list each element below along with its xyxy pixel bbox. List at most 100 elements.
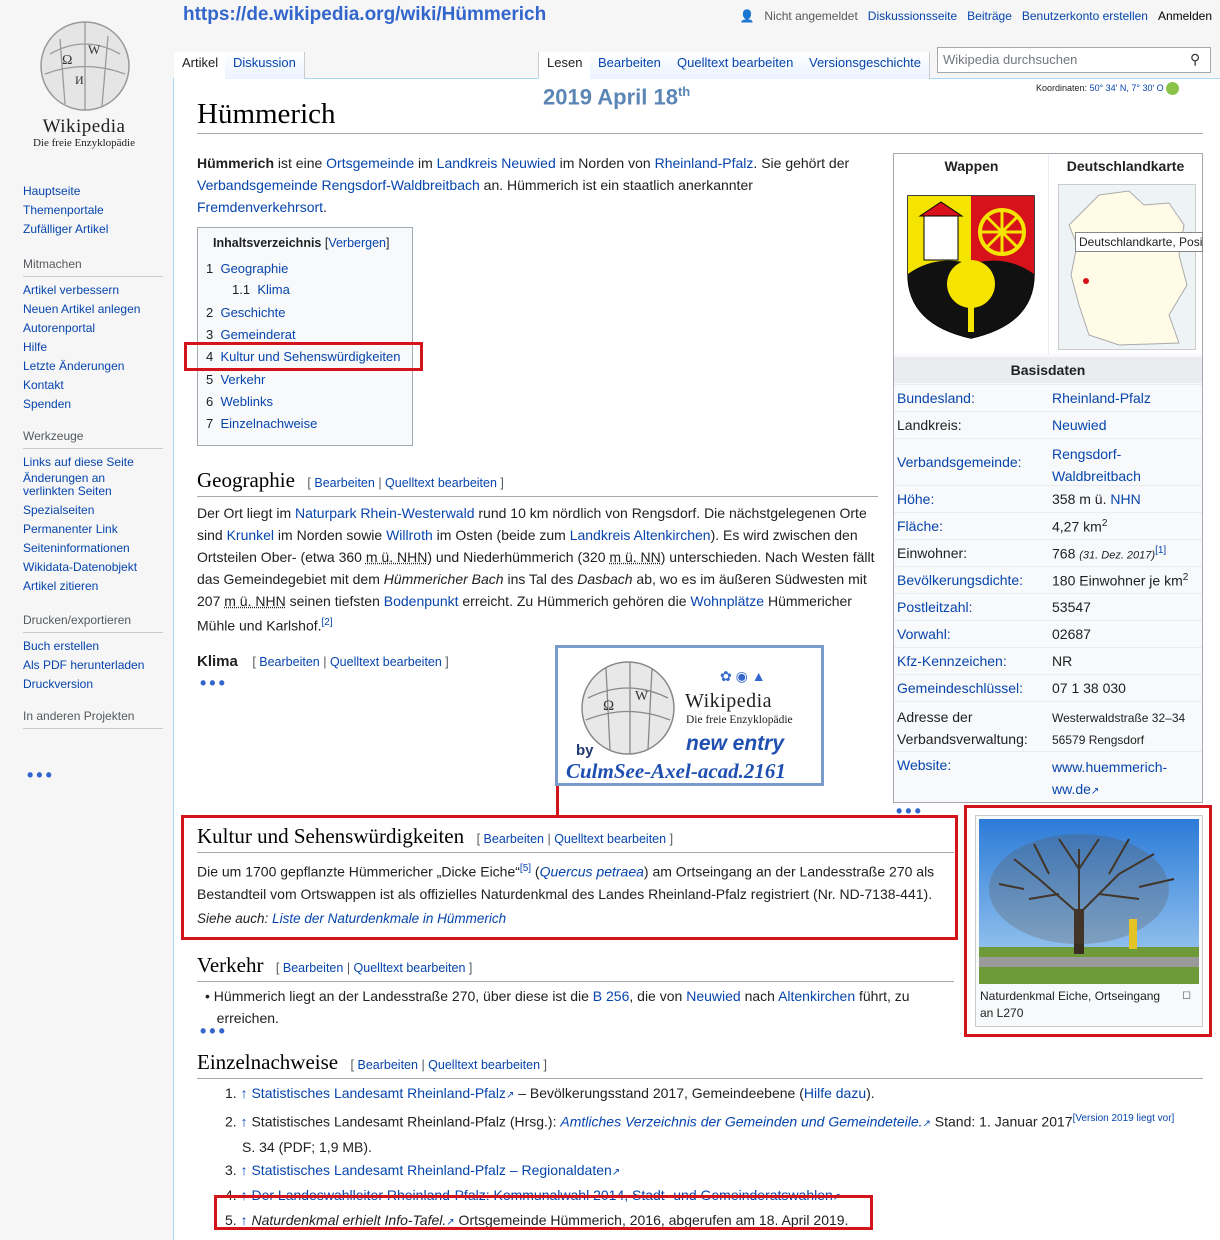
reference-link[interactable]: [2] xyxy=(322,617,333,628)
edit-link[interactable]: Bearbeiten xyxy=(259,655,319,669)
ref-link[interactable]: Statistisches Landesamt Rheinland-Pfalz … xyxy=(251,1162,611,1178)
infobox-key[interactable]: Bevölkerungsdichte: xyxy=(897,572,1023,588)
sidebar-item[interactable]: Wikidata-Datenobjekt xyxy=(23,558,163,577)
infobox-key[interactable]: Fläche: xyxy=(897,518,943,534)
toc-link[interactable]: Gemeinderat xyxy=(220,327,295,342)
sidebar-item[interactable]: Letzte Änderungen xyxy=(23,357,163,376)
link[interactable]: Krunkel xyxy=(227,527,274,543)
sidebar-item[interactable]: Links auf diese Seite xyxy=(23,453,163,472)
ref-backlink[interactable]: ↑ xyxy=(241,1085,248,1101)
ref-backlink[interactable]: ↑ xyxy=(241,1162,248,1178)
toc-item[interactable]: 7 Einzelnachweise xyxy=(206,416,317,431)
link[interactable]: Naturpark Rhein-Westerwald xyxy=(295,505,474,521)
login-link[interactable]: Anmelden xyxy=(1158,9,1212,23)
toc-link[interactable]: Klima xyxy=(257,282,290,297)
infobox-key[interactable]: Kfz-Kennzeichen: xyxy=(897,653,1007,669)
sidebar-item[interactable]: Artikel zitieren xyxy=(23,577,163,596)
tab-edit[interactable]: Bearbeiten xyxy=(590,52,670,79)
website-link[interactable]: www.huemmerich-ww.de↗ xyxy=(1052,756,1167,803)
link[interactable]: Verbandsgemeinde Rengsdorf-Waldbreitbach xyxy=(197,177,480,193)
sidebar-item[interactable]: Spenden xyxy=(23,395,163,414)
more-dots[interactable]: ••• xyxy=(27,766,55,784)
globe-icon[interactable] xyxy=(1166,82,1180,95)
sidebar-heading[interactable]: In anderen Projekten xyxy=(23,707,163,729)
edit-source-link[interactable]: Quelltext bearbeiten xyxy=(354,961,466,975)
link[interactable]: Rheinland-Pfalz xyxy=(655,155,754,171)
link[interactable]: m ü. NHN xyxy=(366,549,427,565)
collapsed-dots[interactable]: ••• xyxy=(200,674,228,692)
link[interactable]: Fremdenverkehrsort xyxy=(197,199,323,215)
sidebar-item[interactable]: Kontakt xyxy=(23,376,163,395)
sidebar-item[interactable]: Druckversion xyxy=(23,675,163,694)
link[interactable]: Ortsgemeinde xyxy=(326,155,414,171)
infobox-value[interactable]: Rengsdorf- Waldbreitbach xyxy=(1052,443,1141,487)
toc-link[interactable]: Geographie xyxy=(220,261,288,276)
toc-item[interactable]: 5 Verkehr xyxy=(206,372,265,387)
contributions-link[interactable]: Beiträge xyxy=(967,9,1012,23)
toc-link[interactable]: Einzelnachweise xyxy=(220,416,317,431)
sidebar-item-random[interactable]: Zufälliger Artikel xyxy=(23,220,163,239)
sidebar-item[interactable]: Als PDF herunterladen xyxy=(23,656,163,675)
sidebar-item[interactable]: Artikel verbessern xyxy=(23,281,163,300)
ref-link[interactable]: [Version 2019 liegt vor] xyxy=(1073,1113,1175,1124)
infobox-key[interactable]: Bundesland: xyxy=(897,390,975,406)
link[interactable]: NHN xyxy=(1110,491,1140,507)
germany-map[interactable] xyxy=(1058,184,1196,350)
wikipedia-globe-logo[interactable]: Ω W И xyxy=(30,14,140,114)
toc-hide-link[interactable]: Verbergen xyxy=(328,236,386,250)
search-input[interactable]: Wikipedia durchsuchen xyxy=(937,47,1211,73)
infobox-value[interactable]: Neuwied xyxy=(1052,417,1106,433)
coordinates-link[interactable]: 50° 34′ N, 7° 30′ O xyxy=(1090,83,1164,93)
collapsed-dots[interactable]: ••• xyxy=(200,1022,228,1040)
link[interactable]: B 256 xyxy=(593,988,630,1004)
sidebar-item[interactable]: verlinkten Seiten xyxy=(23,485,163,498)
ref-link[interactable]: Hilfe dazu xyxy=(804,1085,866,1101)
sidebar-item[interactable]: Spezialseiten xyxy=(23,501,163,520)
edit-link[interactable]: Bearbeiten xyxy=(314,476,374,490)
toc-item[interactable]: 1 Geographie xyxy=(206,261,288,276)
link[interactable]: Altenkirchen xyxy=(778,988,855,1004)
infobox-key[interactable]: Verbandsgemeinde: xyxy=(897,454,1022,470)
sidebar-item-hauptseite[interactable]: Hauptseite xyxy=(23,182,163,201)
infobox-key[interactable]: Vorwahl: xyxy=(897,626,951,642)
tab-history[interactable]: Versionsgeschichte xyxy=(801,52,931,79)
infobox-key[interactable]: Gemeindeschlüssel: xyxy=(897,680,1023,696)
collapsed-dots[interactable]: ••• xyxy=(896,802,924,820)
infobox-value[interactable]: Rheinland-Pfalz xyxy=(1052,390,1151,406)
sidebar-item-themenportale[interactable]: Themenportale xyxy=(23,201,163,220)
tab-discussion[interactable]: Diskussion xyxy=(225,52,305,79)
link[interactable]: m ü. NHN xyxy=(224,593,285,609)
tab-article[interactable]: Artikel xyxy=(174,52,228,79)
toc-item[interactable]: 1.1 Klima xyxy=(232,282,290,297)
link[interactable]: Willroth xyxy=(386,527,433,543)
reference-link[interactable]: [1] xyxy=(1155,545,1166,556)
toc-link[interactable]: Geschichte xyxy=(220,305,285,320)
create-account-link[interactable]: Benutzerkonto erstellen xyxy=(1022,9,1148,23)
infobox-key[interactable]: Höhe: xyxy=(897,491,934,507)
infobox-key[interactable]: Postleitzahl: xyxy=(897,599,972,615)
toc-link[interactable]: Weblinks xyxy=(220,394,273,409)
sidebar-item[interactable]: Seiteninformationen xyxy=(23,539,163,558)
toc-item[interactable]: 6 Weblinks xyxy=(206,394,273,409)
coat-of-arms-icon[interactable] xyxy=(906,194,1036,340)
link[interactable]: Landkreis Neuwied xyxy=(437,155,556,171)
toc-link[interactable]: Verkehr xyxy=(220,372,265,387)
edit-link[interactable]: Bearbeiten xyxy=(283,961,343,975)
sidebar-item[interactable]: Permanenter Link xyxy=(23,520,163,539)
search-icon[interactable]: ⚲ xyxy=(1190,51,1200,68)
edit-source-link[interactable]: Quelltext bearbeiten xyxy=(385,476,497,490)
sidebar-item[interactable]: Autorenportal xyxy=(23,319,163,338)
link[interactable]: m ü. NN xyxy=(609,549,660,565)
tab-edit-source[interactable]: Quelltext bearbeiten xyxy=(669,52,803,79)
link[interactable]: Neuwied xyxy=(686,988,740,1004)
link[interactable]: Landkreis Altenkirchen xyxy=(570,527,711,543)
link[interactable]: Wohnplätze xyxy=(690,593,764,609)
link[interactable]: Bodenpunkt xyxy=(384,593,459,609)
talk-link[interactable]: Diskussionsseite xyxy=(868,9,957,23)
ref-backlink[interactable]: ↑ xyxy=(241,1114,248,1130)
edit-source-link[interactable]: Quelltext bearbeiten xyxy=(428,1058,540,1072)
ref-link[interactable]: Statistisches Landesamt Rheinland-Pfalz xyxy=(251,1085,505,1101)
edit-link[interactable]: Bearbeiten xyxy=(358,1058,418,1072)
sidebar-item[interactable]: Hilfe xyxy=(23,338,163,357)
edit-source-link[interactable]: Quelltext bearbeiten xyxy=(330,655,442,669)
